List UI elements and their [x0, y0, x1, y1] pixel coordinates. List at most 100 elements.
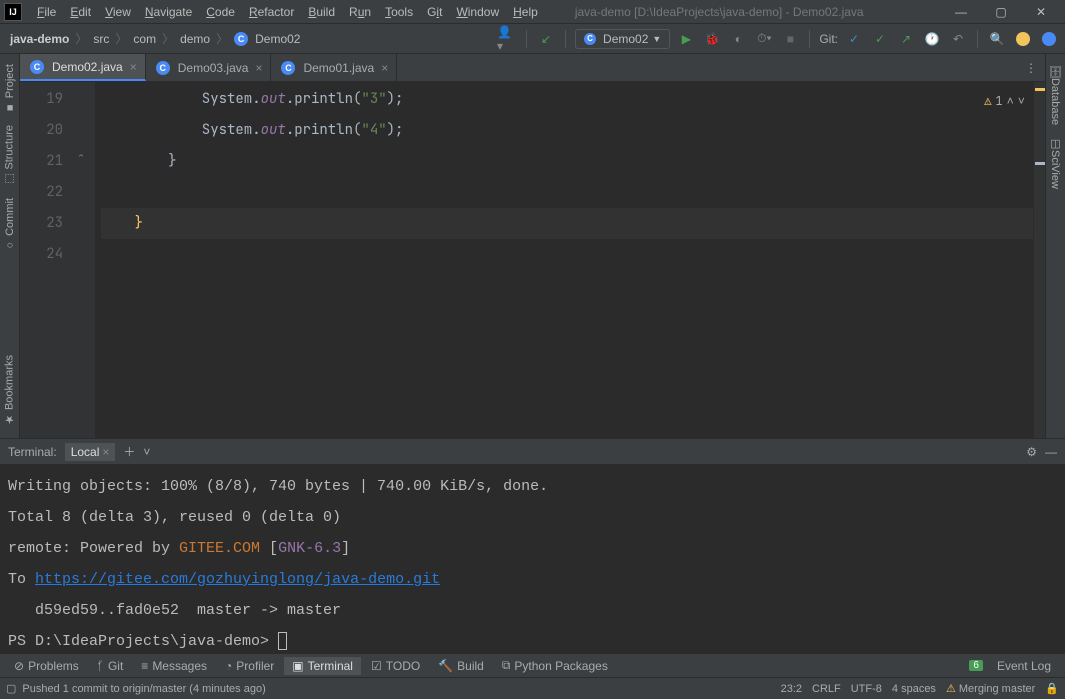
tab-demo03[interactable]: C Demo03.java ×: [146, 54, 272, 81]
build-icon: 🔨: [438, 659, 453, 673]
stop-button[interactable]: ■: [780, 29, 800, 49]
terminal-tab-local[interactable]: Local ×: [65, 443, 116, 461]
back-icon[interactable]: ↙: [536, 29, 556, 49]
inspection-widget[interactable]: ⚠ 1 ˄ ˅: [984, 86, 1025, 117]
tool-sciview[interactable]: ◫SciView: [1047, 131, 1064, 195]
terminal-cursor: [278, 632, 287, 650]
window-maximize[interactable]: ▢: [981, 0, 1021, 24]
ide-settings-icon[interactable]: [1013, 29, 1033, 49]
menu-bar: IJ File Edit View Navigate Code Refactor…: [0, 0, 1065, 24]
status-toggle-icon[interactable]: ▢: [6, 682, 16, 695]
git-push-icon[interactable]: ↗: [896, 29, 916, 49]
tool-terminal[interactable]: ▣Terminal: [284, 657, 361, 675]
event-count-badge: 6: [969, 660, 983, 671]
tool-eventlog[interactable]: Event Log: [989, 657, 1059, 675]
main-toolbar: java-demo 〉 src 〉 com 〉 demo 〉 C Demo02 …: [0, 24, 1065, 54]
gear-icon[interactable]: ⚙: [1026, 445, 1037, 459]
code-editor[interactable]: 19 20 21 22 23 24 ⌃ System.out.println("…: [20, 82, 1045, 438]
close-icon[interactable]: ×: [102, 445, 109, 459]
error-stripe[interactable]: [1033, 82, 1045, 438]
close-icon[interactable]: ×: [128, 60, 139, 74]
terminal-new-tab[interactable]: ＋: [123, 443, 135, 460]
status-lock-icon[interactable]: 🔒: [1045, 682, 1059, 695]
bottom-tool-bar: ⊘Problems ᚶGit ≡Messages ◔Profiler ▣Term…: [0, 653, 1065, 677]
run-config-selector[interactable]: C Demo02 ▼: [575, 29, 670, 49]
menu-file[interactable]: File: [30, 3, 63, 21]
crumb-demo[interactable]: demo: [180, 32, 210, 46]
tab-demo01[interactable]: C Demo01.java ×: [271, 54, 397, 81]
menu-run[interactable]: Run: [342, 3, 378, 21]
crumb-class[interactable]: Demo02: [255, 32, 300, 46]
profiler-icon: ◔: [225, 659, 232, 673]
menu-view[interactable]: View: [98, 3, 138, 21]
menu-refactor[interactable]: Refactor: [242, 3, 301, 21]
crumb-sep: 〉: [75, 30, 87, 47]
git-history-icon[interactable]: 🕐: [922, 29, 942, 49]
fold-column[interactable]: ⌃: [75, 82, 95, 438]
run-button[interactable]: ▶: [676, 29, 696, 49]
tool-python[interactable]: ⧉Python Packages: [494, 656, 616, 675]
chevron-up-icon[interactable]: ˄: [1007, 86, 1014, 117]
coverage-button[interactable]: ◐: [728, 29, 748, 49]
window-minimize[interactable]: —: [941, 0, 981, 24]
menu-tools[interactable]: Tools: [378, 3, 420, 21]
menu-navigate[interactable]: Navigate: [138, 3, 199, 21]
status-line-ending[interactable]: CRLF: [812, 683, 841, 695]
tab-demo02[interactable]: C Demo02.java ×: [20, 54, 146, 81]
menu-help[interactable]: Help: [506, 3, 545, 21]
editor-zone: C Demo02.java × C Demo03.java × C Demo01…: [20, 54, 1045, 438]
todo-icon: ☑: [371, 659, 382, 673]
menu-window[interactable]: Window: [449, 3, 506, 21]
code-line: System.out.println("3");: [101, 84, 1033, 115]
close-icon[interactable]: ×: [253, 61, 264, 75]
stripe-caret: [1035, 162, 1045, 165]
tabs-more-icon[interactable]: ⋮: [1017, 54, 1045, 81]
plugin-icon[interactable]: [1039, 29, 1059, 49]
hide-icon[interactable]: —: [1045, 445, 1057, 459]
fold-end-icon[interactable]: ⌃: [78, 150, 84, 163]
git-rollback-icon[interactable]: ↶: [948, 29, 968, 49]
menu-git[interactable]: Git: [420, 3, 449, 21]
app-icon: IJ: [4, 3, 22, 21]
window-title: java-demo [D:\IdeaProjects\java-demo] - …: [575, 5, 941, 19]
tool-git[interactable]: ᚶGit: [89, 657, 132, 675]
terminal-line: remote: Powered by GITEE.COM [GNK-6.3]: [8, 533, 1057, 564]
terminal-output[interactable]: Writing objects: 100% (8/8), 740 bytes |…: [0, 465, 1065, 653]
status-encoding[interactable]: UTF-8: [851, 683, 882, 695]
chevron-down-icon[interactable]: ˅: [1018, 86, 1025, 117]
status-merge[interactable]: ⚠ Merging master: [946, 682, 1035, 695]
status-position[interactable]: 23:2: [781, 683, 802, 695]
tool-bookmarks[interactable]: ★Bookmarks: [1, 349, 18, 432]
menu-code[interactable]: Code: [199, 3, 242, 21]
crumb-project[interactable]: java-demo: [10, 32, 69, 46]
tool-problems[interactable]: ⊘Problems: [6, 657, 87, 675]
tool-project[interactable]: ■Project: [2, 58, 18, 119]
debug-button[interactable]: 🐞: [702, 29, 722, 49]
tool-build[interactable]: 🔨Build: [430, 657, 492, 675]
tool-messages[interactable]: ≡Messages: [133, 657, 215, 675]
terminal-link[interactable]: https://gitee.com/gozhuyinglong/java-dem…: [35, 571, 440, 588]
profile-button[interactable]: ⏱▾: [754, 29, 774, 49]
window-close[interactable]: ✕: [1021, 0, 1061, 24]
git-branch-icon: ᚶ: [97, 659, 104, 673]
class-icon: C: [30, 60, 44, 74]
tool-commit[interactable]: ○Commit: [2, 192, 18, 257]
git-update-icon[interactable]: ✓: [844, 29, 864, 49]
close-icon[interactable]: ×: [379, 61, 390, 75]
git-commit-icon[interactable]: ✓: [870, 29, 890, 49]
terminal-dropdown-icon[interactable]: ˅: [143, 445, 150, 459]
menu-edit[interactable]: Edit: [63, 3, 98, 21]
menu-build[interactable]: Build: [301, 3, 342, 21]
user-icon[interactable]: 👤▾: [497, 29, 517, 49]
tool-profiler[interactable]: ◔Profiler: [217, 657, 282, 675]
terminal-icon: ▣: [292, 659, 303, 673]
tool-todo[interactable]: ☑TODO: [363, 657, 428, 675]
search-icon[interactable]: 🔍: [987, 29, 1007, 49]
tool-structure[interactable]: ⬚Structure: [1, 119, 18, 192]
crumb-src[interactable]: src: [93, 32, 109, 46]
crumb-com[interactable]: com: [133, 32, 156, 46]
code-area[interactable]: System.out.println("3"); System.out.prin…: [95, 82, 1033, 438]
status-indent[interactable]: 4 spaces: [892, 683, 936, 695]
tool-database[interactable]: 🗄Database: [1047, 58, 1064, 131]
stripe-warning[interactable]: [1035, 88, 1045, 91]
